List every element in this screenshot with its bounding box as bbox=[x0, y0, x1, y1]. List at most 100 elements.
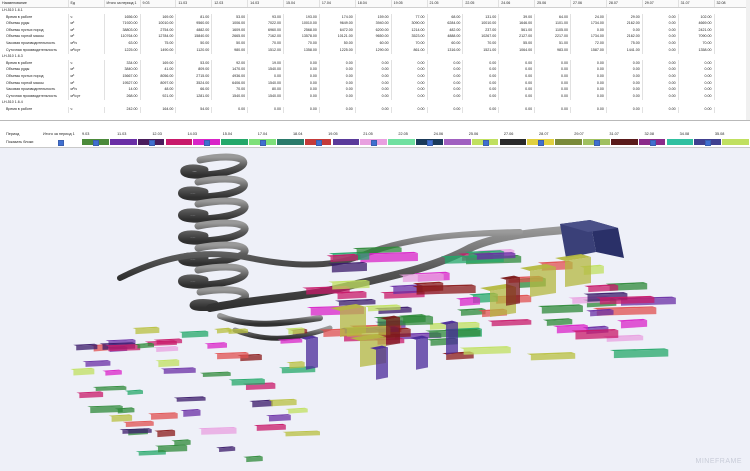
3d-viewport[interactable]: MINEFRAME bbox=[0, 148, 750, 471]
cell-value: 159.00 bbox=[355, 14, 392, 21]
cell-value: 0.00 bbox=[319, 66, 356, 74]
column-header-total[interactable]: Итого за период 1 bbox=[104, 0, 141, 8]
table-group-row[interactable]: LH-510 1.6.3 bbox=[0, 53, 750, 61]
table-group-row[interactable]: LH-510 1.6.1 bbox=[0, 7, 750, 15]
block-color-swatch[interactable] bbox=[555, 139, 582, 145]
row-name: Объемы пустых пород bbox=[0, 73, 69, 81]
timeline-date: 12.03 bbox=[152, 132, 162, 136]
block-visibility-checkbox[interactable] bbox=[593, 140, 600, 146]
table-group-row[interactable]: LH-510 1.6.4 bbox=[0, 99, 750, 107]
column-header-date[interactable]: 31.07 bbox=[678, 0, 715, 8]
block-color-swatch[interactable] bbox=[499, 139, 527, 145]
table-row[interactable]: Объемы горной массы м³ 110764.00 12784.00 15… bbox=[0, 33, 750, 41]
cell-value: 1540.00 bbox=[247, 93, 284, 100]
column-header-date[interactable]: 29.07 bbox=[642, 0, 679, 8]
block-visibility-checkbox[interactable] bbox=[204, 140, 211, 146]
cell-value: 2421.00 bbox=[678, 27, 715, 34]
block-color-swatch[interactable] bbox=[722, 139, 749, 145]
block-visibility-checkbox[interactable] bbox=[538, 140, 545, 146]
cell-value: 64.00 bbox=[534, 14, 571, 21]
table-row[interactable]: Часовая производительность м³/ч 14.00 48.00… bbox=[0, 86, 750, 94]
cell-value: 53.00 bbox=[175, 60, 213, 67]
column-header-unit[interactable]: Ед bbox=[68, 0, 105, 8]
block-color-swatch[interactable] bbox=[388, 139, 415, 145]
cell-value: 0.00 bbox=[391, 60, 428, 67]
block-visibility-checkbox[interactable] bbox=[649, 140, 656, 146]
table-row[interactable]: Суточная производительность м³/сут 1225.00… bbox=[0, 47, 750, 54]
block-color-swatch[interactable] bbox=[443, 139, 471, 145]
block-color-swatch[interactable] bbox=[165, 139, 193, 145]
column-header-date[interactable]: 9.03 bbox=[140, 0, 177, 8]
column-header-date[interactable]: 18.04 bbox=[355, 0, 392, 8]
group-name[interactable]: LH-510 1.6.4 bbox=[0, 99, 750, 107]
block-visibility-checkbox[interactable] bbox=[482, 140, 489, 146]
timeline-date: 31.07 bbox=[609, 132, 619, 136]
table-row[interactable]: Суточная производительность м³/сут 268.00 9… bbox=[0, 93, 750, 100]
table-row[interactable]: Время в работе ч 242.00 164.00 54.00 0.00 0.00… bbox=[0, 106, 750, 114]
column-header-date[interactable]: 27.06 bbox=[570, 0, 607, 8]
cell-value: 66.00 bbox=[175, 86, 213, 94]
block-visibility-checkbox[interactable] bbox=[426, 140, 433, 146]
row-name: Часовая производительность bbox=[0, 86, 69, 94]
column-header-date[interactable]: 24.06 bbox=[498, 0, 536, 8]
column-header-date[interactable]: 19.05 bbox=[391, 0, 428, 8]
cell-value: 0.00 bbox=[534, 73, 571, 81]
show-blocks-total-checkbox[interactable] bbox=[58, 140, 64, 146]
group-name[interactable]: LH-510 1.6.1 bbox=[0, 7, 750, 15]
column-header-date[interactable]: 25.06 bbox=[534, 0, 571, 8]
block-color-swatch[interactable] bbox=[332, 139, 360, 145]
cell-value: 19.00 bbox=[247, 60, 284, 67]
table-row[interactable]: Объемы пустых пород м³ 38803.00 2754.00 4882… bbox=[0, 27, 750, 34]
cell-value: 0.00 bbox=[570, 86, 607, 94]
cell-value: 0.00 bbox=[498, 80, 536, 87]
block-visibility-checkbox[interactable] bbox=[315, 140, 322, 146]
column-header-date[interactable]: 17.04 bbox=[319, 0, 356, 8]
block-visibility-checkbox[interactable] bbox=[371, 140, 378, 146]
cell-value: 0.00 bbox=[391, 93, 428, 100]
table-row[interactable]: Часовая производительность м³/ч 63.00 75.00… bbox=[0, 40, 750, 48]
group-name[interactable]: LH-510 1.6.3 bbox=[0, 53, 750, 61]
watermark: MINEFRAME bbox=[695, 458, 742, 465]
cell-value: 0.00 bbox=[391, 106, 428, 114]
block-color-swatch[interactable] bbox=[666, 139, 694, 145]
column-header-date[interactable]: 12.03 bbox=[211, 0, 249, 8]
cell-value: 0.00 bbox=[247, 106, 284, 114]
column-header-date[interactable]: 22.05 bbox=[462, 0, 500, 8]
row-name: Время в работе bbox=[0, 106, 69, 114]
block-color-swatch[interactable] bbox=[610, 139, 638, 145]
timeline-date: 35.08 bbox=[714, 132, 725, 136]
cell-value: 50.00 bbox=[175, 40, 213, 48]
row-name: Объемы горной массы bbox=[0, 80, 69, 87]
cell-value: 0.00 bbox=[534, 66, 571, 74]
cell-value: 92.00 bbox=[211, 60, 249, 67]
timeline-date: 19.05 bbox=[328, 132, 338, 136]
cell-value: 1225.00 bbox=[319, 47, 356, 54]
column-header-date[interactable]: 28.07 bbox=[606, 0, 643, 8]
table-row[interactable]: Объемы горной массы м³ 19527.00 8097.00 3524… bbox=[0, 80, 750, 87]
cell-value: 3090.00 bbox=[391, 20, 428, 28]
column-header-date[interactable]: 21.05 bbox=[427, 0, 464, 8]
column-header-date[interactable]: 14.03 bbox=[247, 0, 284, 8]
block-visibility-checkbox[interactable] bbox=[148, 140, 155, 146]
column-header-date[interactable]: 15.04 bbox=[283, 0, 320, 8]
table-row[interactable]: Объемы руды м³ 71920.00 10010.00 9560.00 1006… bbox=[0, 20, 750, 28]
cell-value: 0.00 bbox=[427, 86, 464, 94]
block-visibility-checkbox[interactable] bbox=[92, 140, 99, 146]
block-color-swatch[interactable] bbox=[221, 139, 248, 145]
cell-value: 1281.00 bbox=[175, 93, 213, 100]
column-header-name[interactable]: Наименование bbox=[0, 0, 69, 8]
table-row[interactable]: Время в работе ч 1656.00 169.00 81.00 53.00 93… bbox=[0, 14, 750, 21]
table-row[interactable]: Время в работе ч 334.00 169.00 53.00 92.00 19.… bbox=[0, 60, 750, 67]
cell-value bbox=[714, 33, 750, 41]
block-color-swatch[interactable] bbox=[109, 139, 137, 145]
block-visibility-checkbox[interactable] bbox=[259, 140, 266, 146]
column-header-date[interactable]: 32.08 bbox=[714, 0, 750, 8]
column-header-date[interactable]: 11.03 bbox=[175, 0, 213, 8]
block-color-swatch[interactable] bbox=[276, 139, 304, 145]
table-row[interactable]: Объемы пустых пород м³ 15667.00 8056.00 2715… bbox=[0, 73, 750, 81]
row-name: Объемы руды bbox=[0, 20, 69, 28]
block-visibility-checkbox[interactable] bbox=[705, 140, 712, 146]
cell-value: 0.00 bbox=[319, 80, 356, 87]
table-scrollbar[interactable] bbox=[746, 0, 750, 120]
table-row[interactable]: Объемы руды м³ 3840.00 41.00 809.00 1470.00 15… bbox=[0, 66, 750, 74]
